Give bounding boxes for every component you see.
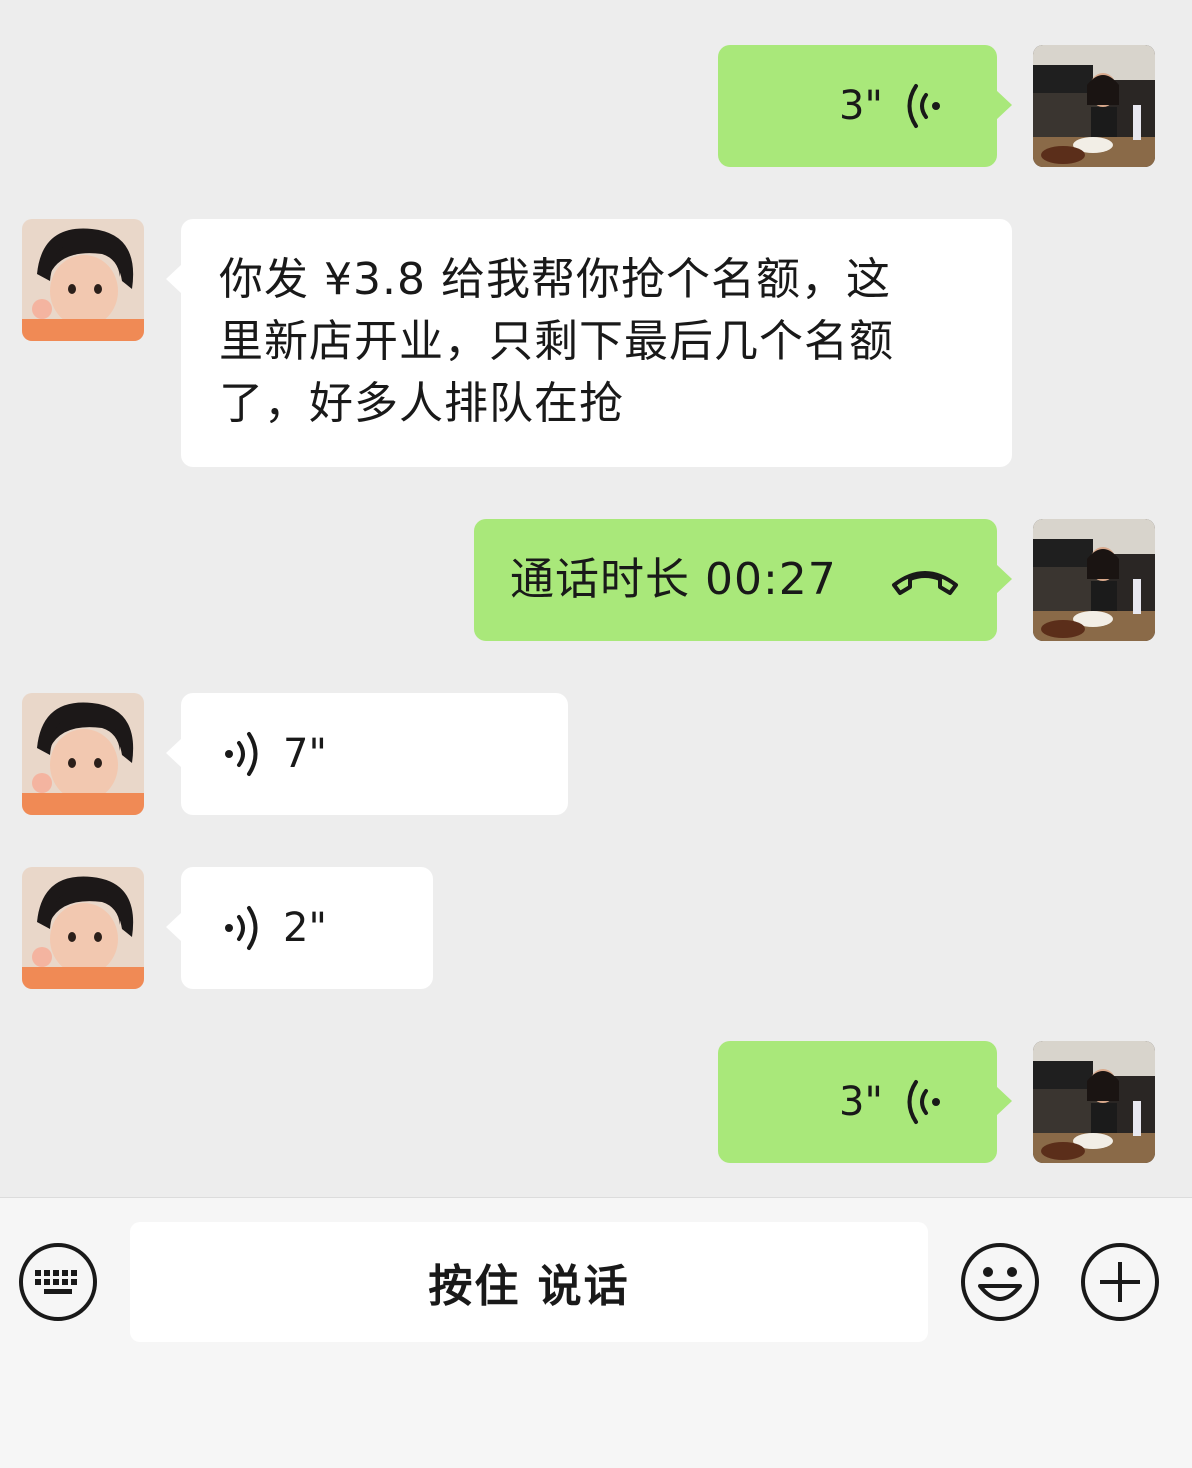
voice-duration: 3" [839,1079,883,1125]
voice-message-bubble[interactable]: 2" [166,867,433,989]
voice-duration: 2" [283,905,327,951]
call-duration-text: 通话时长 00:27 [510,554,837,605]
message-line: 了，好多人排队在抢 [219,378,624,429]
contact-avatar[interactable] [22,219,144,341]
voice-wave-icon [225,906,258,950]
message-line: 你发 ¥3.8 给我帮你抢个名额，这 [219,254,891,305]
voice-wave-icon [225,732,258,776]
call-record-bubble[interactable]: 通话时长 00:27 [474,519,1012,641]
my-avatar[interactable] [1033,45,1155,167]
plus-icon[interactable] [1080,1242,1160,1322]
my-avatar[interactable] [1033,1041,1155,1163]
voice-wave-icon [907,1080,940,1124]
voice-wave-icon [907,84,940,128]
voice-message-bubble[interactable]: 3" [718,45,1012,167]
contact-avatar[interactable] [22,693,144,815]
input-bar: 按住 说话 [0,1197,1192,1468]
keyboard-icon[interactable] [18,1242,98,1322]
phone-hangup-icon [892,571,958,595]
voice-duration: 7" [283,731,327,777]
chat-area[interactable]: 3" 你发 ¥3.8 给我帮你抢个名额，这 里新店开业，只剩下最后几个名额 了，… [0,0,1192,1197]
voice-message-bubble[interactable]: 3" [718,1041,1012,1163]
smiley-icon[interactable] [960,1242,1040,1322]
my-avatar[interactable] [1033,519,1155,641]
voice-message-bubble[interactable]: 7" [166,693,568,815]
text-message-bubble[interactable]: 你发 ¥3.8 给我帮你抢个名额，这 里新店开业，只剩下最后几个名额 了，好多人… [166,219,1012,467]
message-line: 里新店开业，只剩下最后几个名额 [219,316,894,367]
contact-avatar[interactable] [22,867,144,989]
voice-duration: 3" [839,83,883,129]
hold-to-talk-button[interactable]: 按住 说话 [130,1222,928,1342]
